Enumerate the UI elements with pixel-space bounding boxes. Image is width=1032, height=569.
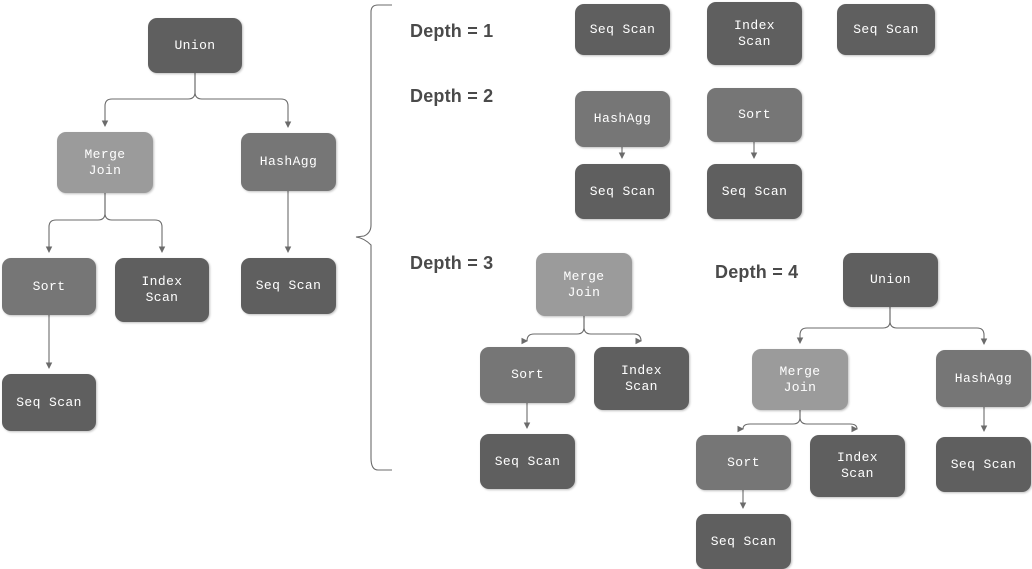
plan-node-d1-seqscan-a[interactable]: Seq Scan bbox=[575, 4, 670, 55]
grouping-brace bbox=[355, 4, 392, 471]
edge-d3-mergejoin-children bbox=[523, 316, 645, 342]
plan-node-d2-sort[interactable]: Sort bbox=[707, 88, 802, 142]
plan-node-fp-seqscan-2[interactable]: Seq Scan bbox=[2, 374, 96, 431]
edge-union-children bbox=[101, 73, 292, 128]
plan-node-d3-sort[interactable]: Sort bbox=[480, 347, 575, 403]
plan-node-fp-mergejoin[interactable]: Merge Join bbox=[57, 132, 153, 193]
plan-node-d4-mergejoin[interactable]: Merge Join bbox=[752, 349, 848, 410]
diagram-canvas: Union Merge Join HashAgg Sort Index Scan Seq … bbox=[0, 0, 1032, 569]
plan-node-fp-hashagg[interactable]: HashAgg bbox=[241, 133, 336, 191]
edge-mergejoin-children bbox=[45, 193, 166, 253]
depth-label-depth-1: Depth = 1 bbox=[410, 21, 494, 41]
plan-node-d4-indexscan[interactable]: Index Scan bbox=[810, 435, 905, 497]
plan-node-d1-indexscan[interactable]: Index Scan bbox=[707, 2, 802, 65]
plan-node-d2-hashagg[interactable]: HashAgg bbox=[575, 91, 670, 147]
edge-d4-mergejoin-children bbox=[739, 410, 861, 430]
plan-node-fp-union[interactable]: Union bbox=[148, 18, 242, 73]
plan-node-d3-indexscan[interactable]: Index Scan bbox=[594, 347, 689, 410]
plan-node-d4-sort[interactable]: Sort bbox=[696, 435, 791, 490]
plan-node-d2-seqscan-a[interactable]: Seq Scan bbox=[575, 164, 670, 219]
plan-node-d1-seqscan-b[interactable]: Seq Scan bbox=[837, 4, 935, 55]
plan-node-d2-seqscan-b[interactable]: Seq Scan bbox=[707, 164, 802, 219]
plan-node-fp-sort[interactable]: Sort bbox=[2, 258, 96, 315]
plan-node-fp-indexscan[interactable]: Index Scan bbox=[115, 258, 209, 322]
plan-node-fp-seqscan-1[interactable]: Seq Scan bbox=[241, 258, 336, 314]
edge-d4-union-children bbox=[796, 307, 988, 345]
depth-label-depth-4: Depth = 4 bbox=[715, 262, 799, 282]
depth-label-depth-2: Depth = 2 bbox=[410, 86, 494, 106]
plan-node-d4-seqscan-b[interactable]: Seq Scan bbox=[696, 514, 791, 569]
plan-node-d3-seqscan[interactable]: Seq Scan bbox=[480, 434, 575, 489]
plan-node-d4-union[interactable]: Union bbox=[843, 253, 938, 307]
plan-node-d4-seqscan-a[interactable]: Seq Scan bbox=[936, 437, 1031, 492]
plan-node-d3-mergejoin[interactable]: Merge Join bbox=[536, 253, 632, 316]
depth-label-depth-3: Depth = 3 bbox=[410, 253, 494, 273]
plan-node-d4-hashagg[interactable]: HashAgg bbox=[936, 350, 1031, 407]
